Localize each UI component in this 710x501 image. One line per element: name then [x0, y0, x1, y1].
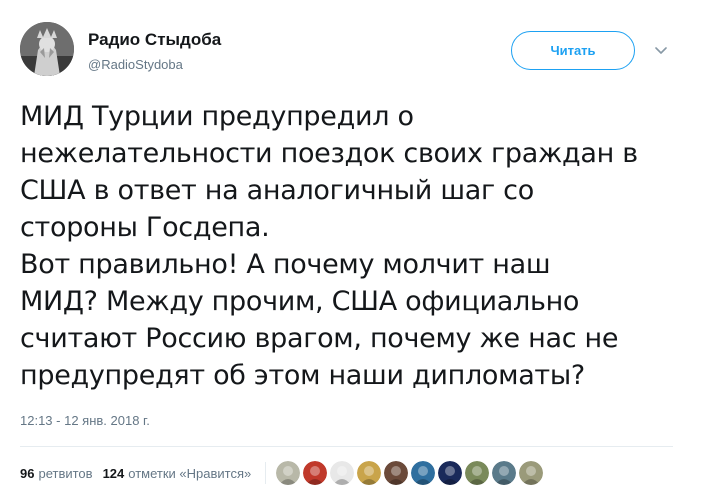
- tweet-text-line: США в ответ на аналогичный шаг со: [20, 175, 534, 206]
- tweet-text-line: МИД? Между прочим, США официально: [20, 286, 580, 317]
- author-name[interactable]: Радио Стыдоба: [88, 30, 221, 50]
- liker-avatar-5-icon[interactable]: [384, 461, 409, 485]
- tweet-text-line: считают Россию врагом, почему же нас не: [20, 323, 619, 354]
- follow-button[interactable]: Читать: [511, 31, 635, 70]
- likes-count: 124: [102, 465, 125, 481]
- tweet-text-line: Вот правильно! А почему молчит наш: [20, 249, 551, 280]
- likes-label: отметки «Нравится»: [128, 465, 252, 481]
- liker-avatar-4-icon[interactable]: [357, 461, 382, 485]
- tweet-card: Радио Стыдоба @RadioStydoba Читать МИД Т…: [0, 0, 710, 501]
- tweet-timestamp[interactable]: 12:13 - 12 янв. 2018 г.: [20, 413, 150, 428]
- chevron-down-icon[interactable]: [652, 42, 670, 60]
- author-handle[interactable]: @RadioStydoba: [88, 57, 183, 72]
- tweet-stats: 96 ретвитов 124 отметки «Нравится»: [20, 461, 546, 485]
- tweet-text: МИД Турции предупредил о нежелательности…: [20, 98, 700, 394]
- liker-avatar-2-icon[interactable]: [303, 461, 328, 485]
- retweets-count: 96: [20, 465, 35, 481]
- retweets-label: ретвитов: [38, 465, 93, 481]
- liker-avatar-10-icon[interactable]: [519, 461, 544, 485]
- tweet-text-line: МИД Турции предупредил о: [20, 101, 414, 132]
- liker-avatar-7-icon[interactable]: [438, 461, 463, 485]
- liker-avatar-9-icon[interactable]: [492, 461, 517, 485]
- retweets-stat[interactable]: 96 ретвитов: [20, 466, 93, 481]
- tweet-text-line: нежелательности поездок своих граждан в: [20, 138, 638, 169]
- divider: [20, 446, 673, 447]
- likers-list: [276, 461, 546, 485]
- tweet-text-line: стороны Госдепа.: [20, 212, 270, 243]
- liberty-statue-avatar-icon[interactable]: [20, 22, 74, 76]
- liker-avatar-8-icon[interactable]: [465, 461, 490, 485]
- liker-avatar-3-icon[interactable]: [330, 461, 355, 485]
- tweet-text-line: предупредят об этом наши дипломаты?: [20, 360, 585, 391]
- liker-avatar-1-icon[interactable]: [276, 461, 301, 485]
- liker-avatar-6-icon[interactable]: [411, 461, 436, 485]
- stats-divider: [265, 462, 267, 484]
- likes-stat[interactable]: 124 отметки «Нравится»: [103, 466, 252, 481]
